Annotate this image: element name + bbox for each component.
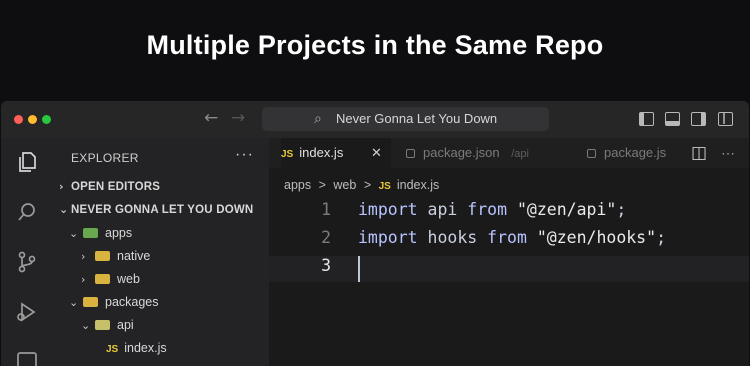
chevron-down-icon: ⌄ bbox=[59, 203, 69, 216]
chevron-down-icon: ⌄ bbox=[81, 319, 91, 332]
toggle-panel-icon[interactable] bbox=[665, 112, 680, 126]
chevron-right-icon: › bbox=[59, 180, 64, 193]
code-line[interactable]: 1 import api from "@zen/api"; bbox=[269, 200, 749, 226]
run-debug-icon[interactable] bbox=[15, 300, 39, 324]
chevron-down-icon: ⌄ bbox=[69, 296, 79, 309]
tree-item-apps[interactable]: ⌄ apps bbox=[69, 223, 132, 243]
tree-item-native[interactable]: › native bbox=[81, 246, 150, 266]
chevron-down-icon: ⌄ bbox=[69, 227, 79, 240]
search-icon[interactable] bbox=[15, 200, 39, 224]
files-icon[interactable] bbox=[15, 150, 39, 174]
code-line[interactable]: 2 import hooks from "@zen/hooks"; bbox=[269, 228, 749, 254]
more-actions-icon[interactable]: ⋯ bbox=[721, 138, 736, 168]
editor-area: JS index.js ✕ package.json /api package.j… bbox=[269, 138, 749, 366]
split-editor-icon[interactable]: ◫ bbox=[691, 138, 707, 168]
javascript-file-icon: JS bbox=[106, 344, 119, 355]
zoom-window-button[interactable] bbox=[42, 115, 51, 124]
tab-package-json[interactable]: package.json /api bbox=[406, 138, 529, 168]
breadcrumb-item[interactable]: apps bbox=[284, 178, 311, 192]
line-number: 2 bbox=[321, 228, 331, 247]
file-icon bbox=[587, 149, 596, 158]
folder-open-icon bbox=[83, 297, 98, 307]
javascript-file-icon: JS bbox=[378, 181, 391, 192]
search-icon: ⌕ bbox=[314, 111, 322, 127]
headline: Multiple Projects in the Same Repo bbox=[146, 30, 604, 60]
code-line-active[interactable]: 3 bbox=[269, 256, 749, 282]
chevron-right-icon: › bbox=[81, 273, 86, 286]
chevron-right-icon: › bbox=[81, 250, 86, 263]
title-bar: ← → ⌕ Never Gonna Let You Down bbox=[1, 101, 749, 138]
folder-icon bbox=[95, 274, 110, 284]
close-icon[interactable]: ✕ bbox=[371, 138, 382, 168]
folder-open-icon bbox=[95, 320, 110, 330]
extensions-icon[interactable] bbox=[15, 350, 39, 366]
explorer-title: EXPLORER bbox=[71, 151, 139, 165]
toggle-secondary-sidebar-icon[interactable] bbox=[691, 112, 706, 126]
close-window-button[interactable] bbox=[14, 115, 23, 124]
json-file-icon bbox=[406, 149, 415, 158]
command-center-search[interactable]: ⌕ Never Gonna Let You Down bbox=[262, 107, 549, 131]
breadcrumb-item[interactable]: index.js bbox=[397, 178, 439, 192]
tree-item-web[interactable]: › web bbox=[81, 269, 140, 289]
folder-open-icon bbox=[83, 228, 98, 238]
tree-item-api[interactable]: ⌄ api bbox=[81, 315, 134, 335]
toggle-primary-sidebar-icon[interactable] bbox=[639, 112, 654, 126]
source-control-icon[interactable] bbox=[15, 250, 39, 274]
workspace-section[interactable]: ⌄ NEVER GONNA LET YOU DOWN bbox=[59, 200, 253, 220]
javascript-file-icon: JS bbox=[281, 149, 294, 160]
code-text: import api from "@zen/api"; bbox=[358, 200, 627, 219]
code-text: import hooks from "@zen/hooks"; bbox=[358, 228, 666, 247]
open-editors-section[interactable]: › OPEN EDITORS bbox=[59, 177, 160, 197]
tab-bar: JS index.js ✕ package.json /api package.j… bbox=[269, 138, 749, 168]
more-actions-icon[interactable]: ··· bbox=[235, 146, 254, 164]
search-text: Never Gonna Let You Down bbox=[336, 111, 498, 126]
folder-icon bbox=[95, 251, 110, 261]
tab-index-js[interactable]: JS index.js ✕ bbox=[281, 138, 391, 168]
line-number: 1 bbox=[321, 200, 331, 219]
breadcrumb-item[interactable]: web bbox=[333, 178, 356, 192]
line-number: 3 bbox=[321, 256, 331, 275]
text-cursor bbox=[358, 256, 360, 282]
customize-layout-icon[interactable] bbox=[718, 112, 733, 126]
arrow-left-icon[interactable]: ← bbox=[204, 108, 218, 128]
breadcrumb: apps > web > JS index.js bbox=[284, 178, 440, 192]
tree-item-packages[interactable]: ⌄ packages bbox=[69, 292, 159, 312]
activity-bar bbox=[1, 138, 53, 366]
tab-package-js[interactable]: package.js bbox=[587, 138, 666, 168]
vscode-window: ← → ⌕ Never Gonna Let You Down EXPLORER … bbox=[1, 101, 749, 366]
minimize-window-button[interactable] bbox=[28, 115, 37, 124]
arrow-right-icon[interactable]: → bbox=[231, 108, 245, 128]
tree-item-index-js[interactable]: JS index.js bbox=[106, 338, 167, 358]
explorer-sidebar: EXPLORER ··· › OPEN EDITORS ⌄ NEVER GONNA … bbox=[53, 138, 269, 366]
